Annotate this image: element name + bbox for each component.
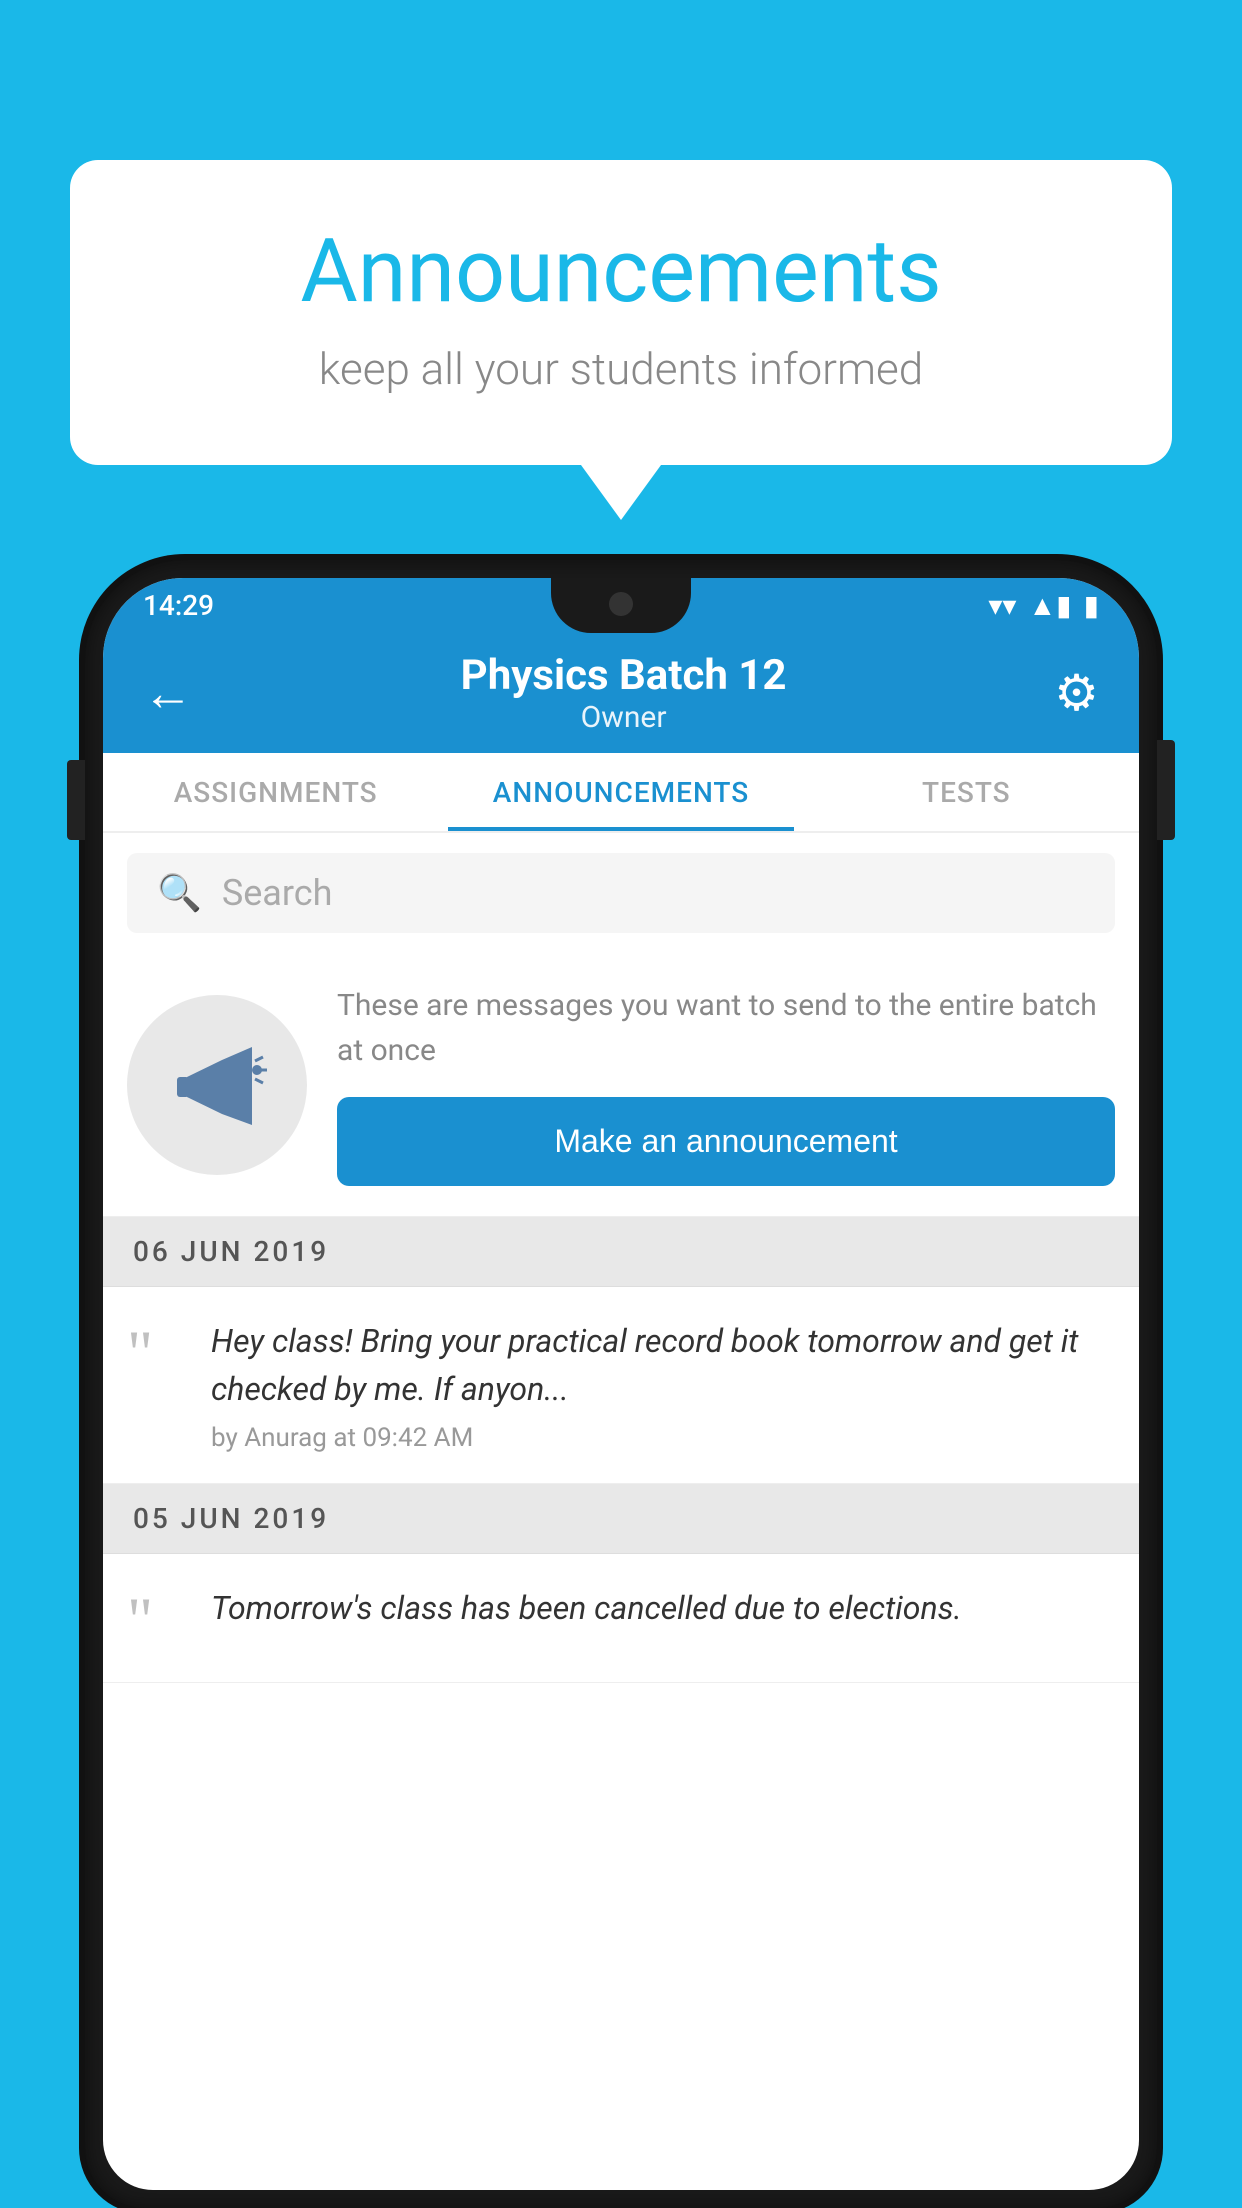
power-button-right bbox=[1157, 740, 1175, 840]
speech-bubble-subtitle: keep all your students informed bbox=[150, 343, 1092, 395]
make-announcement-button[interactable]: Make an announcement bbox=[337, 1097, 1115, 1186]
announcement-text-1: Hey class! Bring your practical record b… bbox=[211, 1317, 1115, 1413]
tab-assignments[interactable]: ASSIGNMENTS bbox=[103, 753, 448, 831]
announcement-text-2: Tomorrow's class has been cancelled due … bbox=[211, 1584, 1115, 1632]
tab-bar: ASSIGNMENTS ANNOUNCEMENTS TESTS bbox=[103, 753, 1139, 833]
speech-bubble: Announcements keep all your students inf… bbox=[70, 160, 1172, 465]
app-bar-title-group: Physics Batch 12 Owner bbox=[461, 651, 787, 735]
date-separator-1: 06 JUN 2019 bbox=[103, 1217, 1139, 1287]
status-time: 14:29 bbox=[143, 589, 214, 622]
speech-bubble-title: Announcements bbox=[150, 220, 1092, 323]
tab-tests[interactable]: TESTS bbox=[794, 753, 1139, 831]
announcement-item-1[interactable]: " Hey class! Bring your practical record… bbox=[103, 1287, 1139, 1484]
search-placeholder: Search bbox=[222, 872, 333, 914]
announcement-prompt: These are messages you want to send to t… bbox=[103, 953, 1139, 1217]
announcement-meta-1: by Anurag at 09:42 AM bbox=[211, 1423, 1115, 1453]
app-bar: ← Physics Batch 12 Owner ⚙ bbox=[103, 633, 1139, 753]
app-bar-subtitle: Owner bbox=[461, 700, 787, 735]
speech-bubble-arrow bbox=[581, 465, 661, 520]
announcement-content-2: Tomorrow's class has been cancelled due … bbox=[211, 1584, 1115, 1642]
date-separator-2: 05 JUN 2019 bbox=[103, 1484, 1139, 1554]
battery-icon: ▮ bbox=[1084, 589, 1099, 622]
settings-button[interactable]: ⚙ bbox=[1054, 664, 1099, 723]
quote-icon-2: " bbox=[127, 1588, 187, 1652]
status-icons: ▾▾ ▲▮ ▮ bbox=[988, 589, 1099, 622]
announcement-icon-circle bbox=[127, 995, 307, 1175]
phone-notch bbox=[551, 578, 691, 633]
phone-frame: 14:29 ▾▾ ▲▮ ▮ ← Physics Batch 12 Owner ⚙… bbox=[85, 560, 1157, 2208]
megaphone-icon bbox=[167, 1035, 267, 1135]
speech-bubble-container: Announcements keep all your students inf… bbox=[70, 160, 1172, 520]
announcement-content-1: Hey class! Bring your practical record b… bbox=[211, 1317, 1115, 1453]
wifi-icon: ▾▾ bbox=[988, 589, 1016, 622]
back-button[interactable]: ← bbox=[143, 664, 193, 723]
front-camera bbox=[609, 592, 633, 616]
announcement-right: These are messages you want to send to t… bbox=[337, 983, 1115, 1186]
app-bar-title: Physics Batch 12 bbox=[461, 651, 787, 700]
phone-screen: 14:29 ▾▾ ▲▮ ▮ ← Physics Batch 12 Owner ⚙… bbox=[103, 578, 1139, 2190]
announcement-description: These are messages you want to send to t… bbox=[337, 983, 1115, 1073]
tab-announcements[interactable]: ANNOUNCEMENTS bbox=[448, 753, 793, 831]
search-icon: 🔍 bbox=[157, 872, 202, 914]
quote-icon-1: " bbox=[127, 1321, 187, 1385]
announcement-item-2[interactable]: " Tomorrow's class has been cancelled du… bbox=[103, 1554, 1139, 1683]
signal-icon: ▲▮ bbox=[1028, 589, 1071, 622]
search-bar[interactable]: 🔍 Search bbox=[127, 853, 1115, 933]
volume-button-left bbox=[67, 760, 85, 840]
